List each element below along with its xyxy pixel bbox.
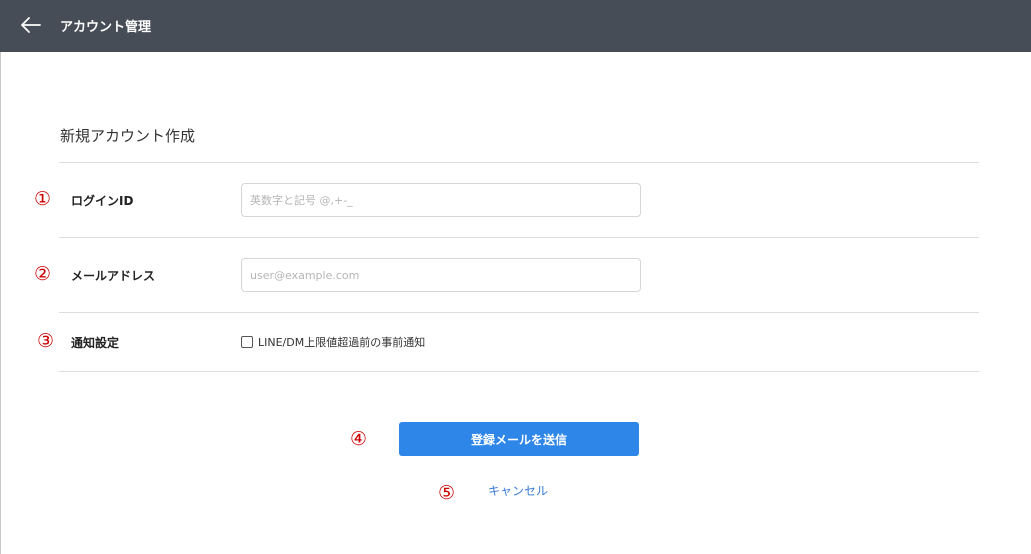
email-input[interactable]: [241, 258, 641, 292]
annotation-marker-5: ⑤: [438, 482, 456, 504]
divider: [59, 162, 979, 163]
divider: [59, 237, 979, 238]
annotation-marker-4: ④: [350, 428, 368, 450]
divider: [59, 371, 979, 372]
divider: [59, 312, 979, 313]
arrow-left-icon: [21, 17, 41, 33]
page-title: 新規アカウント作成: [60, 127, 196, 145]
header-title: アカウント管理: [60, 20, 152, 35]
notification-checkbox[interactable]: [241, 336, 253, 348]
annotation-marker-2: ②: [34, 263, 52, 285]
login-id-label: ログインID: [71, 194, 134, 208]
notification-label: 通知設定: [71, 336, 120, 350]
cancel-link[interactable]: キャンセル: [488, 482, 548, 499]
annotation-marker-1: ①: [34, 188, 52, 210]
email-label: メールアドレス: [71, 269, 156, 283]
send-registration-email-button[interactable]: 登録メールを送信: [399, 422, 639, 456]
app-header: アカウント管理: [0, 0, 1031, 52]
login-id-input[interactable]: [241, 183, 641, 217]
notification-checkbox-row[interactable]: LINE/DM上限値超過前の事前通知: [241, 334, 425, 350]
left-border: [0, 52, 1, 554]
notification-checkbox-label[interactable]: LINE/DM上限値超過前の事前通知: [258, 334, 425, 350]
back-button[interactable]: [18, 12, 44, 38]
annotation-marker-3: ③: [37, 330, 55, 352]
